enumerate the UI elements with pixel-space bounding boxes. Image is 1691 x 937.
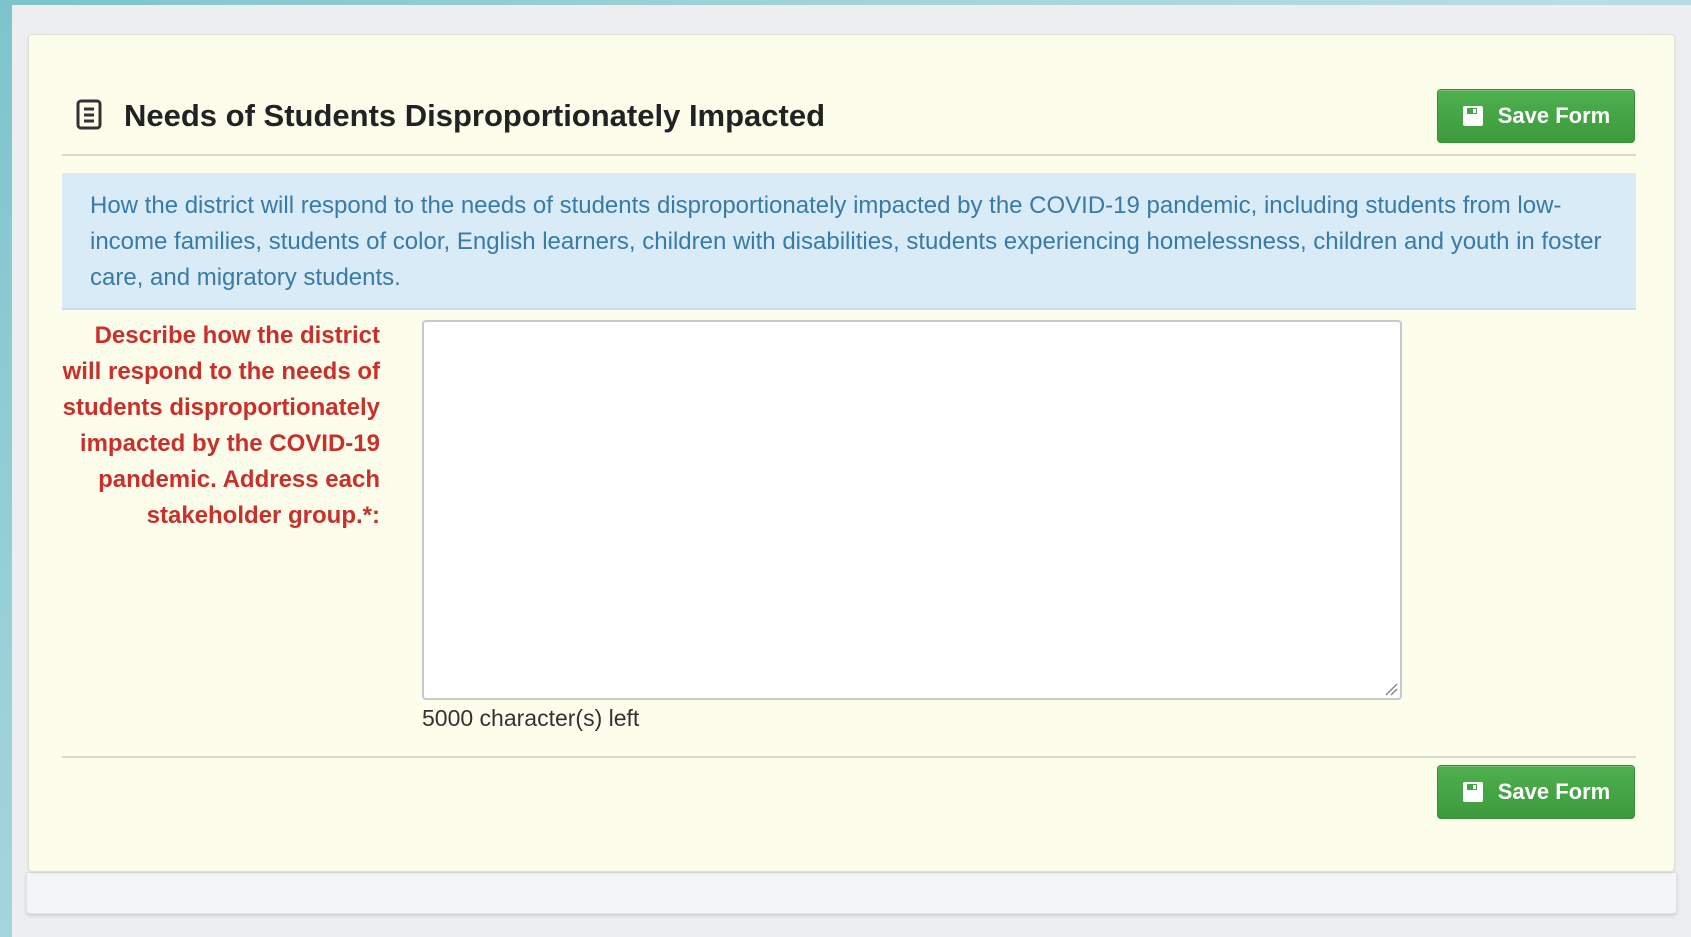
save-form-label: Save Form [1497, 103, 1611, 128]
footer-divider [62, 756, 1636, 758]
panel-footer [26, 872, 1677, 914]
character-count: 5000 character(s) left [422, 705, 640, 731]
document-list-icon [76, 99, 102, 130]
page-title: Needs of Students Disproportionately Imp… [124, 98, 826, 133]
needs-response-textarea[interactable] [422, 320, 1402, 700]
needs-response-label: Describe how the district will respond t… [62, 322, 380, 529]
floppy-disk-icon [1462, 105, 1484, 127]
panel-header: Needs of Students Disproportionately Imp… [62, 88, 1636, 156]
resize-grip-icon[interactable] [1382, 680, 1398, 696]
floppy-disk-icon [1462, 781, 1484, 803]
info-description: How the district will respond to the nee… [62, 173, 1636, 310]
save-form-label: Save Form [1497, 779, 1611, 804]
save-form-button-bottom[interactable]: Save Form [1437, 765, 1635, 819]
save-form-button-top[interactable]: Save Form [1437, 89, 1635, 143]
